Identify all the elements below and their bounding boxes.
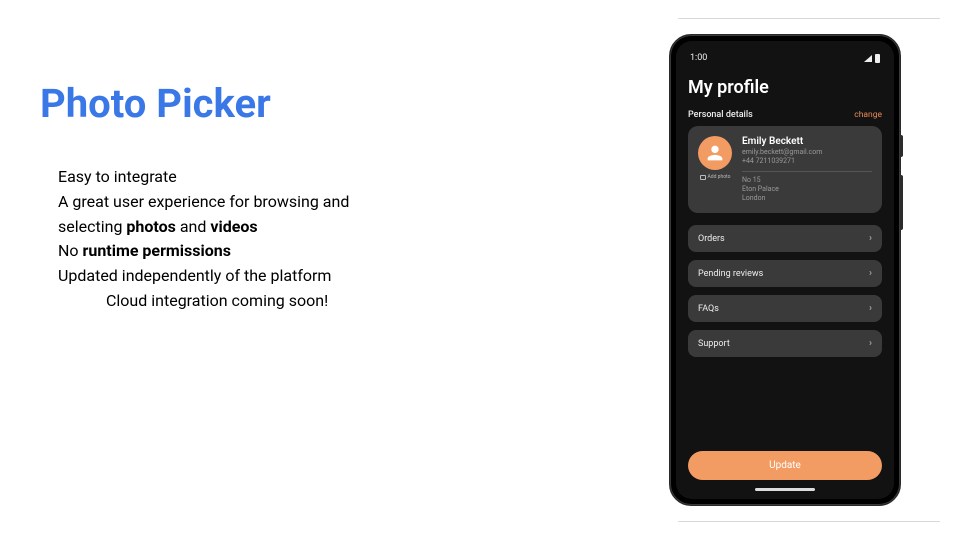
camera-icon — [700, 175, 706, 180]
profile-phone: +44 7211039271 — [742, 157, 872, 165]
bullet-bold: photos — [126, 217, 175, 236]
bullet-line: selecting photos and videos — [58, 215, 590, 240]
phone-screen: 1:00 My profile Personal details change — [676, 41, 894, 499]
bullet-line: A great user experience for browsing and — [58, 190, 590, 215]
chevron-right-icon: › — [869, 233, 872, 244]
divider-line — [678, 18, 940, 19]
divider-line — [678, 521, 940, 522]
slide-text-area: Photo Picker Easy to integrate A great u… — [0, 0, 610, 314]
menu-item-pending-reviews[interactable]: Pending reviews › — [688, 260, 882, 287]
slide-bullets: Easy to integrate A great user experienc… — [40, 165, 590, 314]
menu-list: Orders › Pending reviews › FAQs › Suppor… — [688, 225, 882, 357]
avatar[interactable] — [698, 136, 732, 170]
menu-item-support[interactable]: Support › — [688, 330, 882, 357]
slide-title: Photo Picker — [40, 80, 590, 127]
section-header: Personal details change — [688, 110, 882, 120]
card-divider — [742, 171, 872, 172]
bullet-line: Cloud integration coming soon! — [58, 289, 590, 314]
status-bar: 1:00 — [688, 51, 882, 71]
profile-card: Add photo Emily Beckett emily.beckett@gm… — [688, 126, 882, 213]
menu-item-orders[interactable]: Orders › — [688, 225, 882, 252]
status-icons — [864, 54, 880, 63]
profile-info: Emily Beckett emily.beckett@gmail.com +4… — [742, 136, 872, 203]
bullet-bold: runtime permissions — [83, 241, 231, 260]
profile-address: No 15 Eton Palace London — [742, 176, 872, 203]
address-line: London — [742, 194, 872, 203]
page-title: My profile — [688, 77, 882, 98]
bullet-text: and — [176, 217, 211, 236]
person-icon — [704, 142, 726, 164]
section-label: Personal details — [688, 110, 753, 120]
menu-item-faqs[interactable]: FAQs › — [688, 295, 882, 322]
menu-item-label: FAQs — [698, 304, 719, 314]
battery-icon — [875, 54, 880, 63]
phone-side-button — [900, 175, 903, 230]
change-link[interactable]: change — [854, 110, 882, 120]
add-photo-label: Add photo — [708, 174, 731, 180]
phone-mock-area: 1:00 My profile Personal details change — [610, 0, 960, 540]
update-button[interactable]: Update — [688, 451, 882, 480]
chevron-right-icon: › — [869, 338, 872, 349]
phone-side-button — [900, 135, 903, 157]
chevron-right-icon: › — [869, 303, 872, 314]
address-line: No 15 — [742, 176, 872, 185]
bullet-text: selecting — [58, 217, 126, 236]
menu-item-label: Pending reviews — [698, 269, 763, 279]
menu-item-label: Support — [698, 339, 730, 349]
bullet-line: No runtime permissions — [58, 239, 590, 264]
bullet-text: No — [58, 241, 83, 260]
menu-item-label: Orders — [698, 234, 725, 244]
profile-name: Emily Beckett — [742, 136, 872, 147]
bullet-bold: videos — [210, 217, 257, 236]
chevron-right-icon: › — [869, 268, 872, 279]
profile-email: emily.beckett@gmail.com — [742, 148, 872, 156]
address-line: Eton Palace — [742, 185, 872, 194]
bullet-line: Easy to integrate — [58, 165, 590, 190]
bullet-line: Updated independently of the platform — [58, 264, 590, 289]
avatar-column: Add photo — [698, 136, 732, 203]
phone-frame: 1:00 My profile Personal details change — [669, 34, 901, 506]
nav-handle — [755, 488, 815, 491]
add-photo-link[interactable]: Add photo — [700, 174, 731, 180]
status-time: 1:00 — [690, 53, 707, 63]
signal-icon — [864, 55, 872, 62]
